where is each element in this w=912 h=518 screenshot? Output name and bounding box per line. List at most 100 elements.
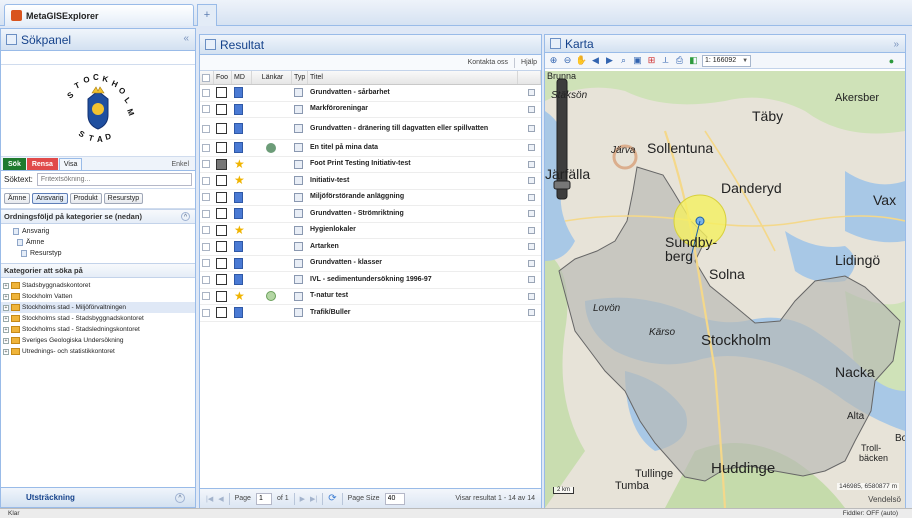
contact-link[interactable]: Kontakta oss <box>468 59 508 66</box>
select-icon[interactable]: ⊞ <box>646 55 657 66</box>
row-select-cell[interactable] <box>200 102 214 118</box>
row-checkbox[interactable] <box>202 292 210 301</box>
row-checkbox[interactable] <box>202 124 210 133</box>
metadata-cell[interactable] <box>232 256 252 272</box>
help-link[interactable]: Hjälp <box>521 59 537 66</box>
tab-rensa[interactable]: Rensa <box>26 158 58 170</box>
metadata-document-icon[interactable] <box>234 307 243 319</box>
footprint-cell[interactable] <box>214 173 232 189</box>
footprint-cell[interactable] <box>214 256 232 272</box>
footprint-box-icon[interactable] <box>216 191 227 203</box>
row-checkbox[interactable] <box>202 259 210 268</box>
row-action-cell[interactable] <box>518 305 541 321</box>
result-row[interactable]: Trafik/Buller <box>200 305 541 322</box>
result-title[interactable]: T-natur test <box>310 292 348 300</box>
metadata-document-icon[interactable] <box>234 87 243 99</box>
expand-icon[interactable]: + <box>3 282 9 289</box>
link-globe-icon[interactable] <box>266 142 276 153</box>
footprint-box-icon[interactable] <box>216 103 227 115</box>
row-action-icon[interactable] <box>528 309 535 317</box>
tab-sok[interactable]: Sök <box>3 158 26 170</box>
extent-panel-header[interactable]: Utsträckning ^ <box>1 487 195 507</box>
fiddler-status[interactable]: Fiddler: OFF (auto) <box>843 510 898 517</box>
row-select-cell[interactable] <box>200 190 214 206</box>
result-title[interactable]: Trafik/Buller <box>310 309 350 317</box>
metadata-document-icon[interactable] <box>234 123 243 134</box>
row-action-cell[interactable] <box>518 239 541 255</box>
map-settings-icon[interactable]: ● <box>886 55 897 66</box>
row-action-icon[interactable] <box>528 259 535 267</box>
row-select-cell[interactable] <box>200 289 214 305</box>
row-action-cell[interactable] <box>518 118 541 139</box>
footprint-box-icon[interactable] <box>216 307 227 319</box>
result-title[interactable]: Grundvatten - dränering till dagvatten e… <box>310 125 488 133</box>
row-action-icon[interactable] <box>528 144 535 152</box>
footprint-cell[interactable] <box>214 118 232 139</box>
metadata-cell[interactable]: ★ <box>232 223 252 239</box>
category-item[interactable]: + Stockholms stad - Miljöförvaltningen <box>1 302 195 313</box>
row-checkbox[interactable] <box>202 105 210 114</box>
expand-icon[interactable]: + <box>3 337 9 344</box>
row-select-cell[interactable] <box>200 272 214 288</box>
footprint-cell[interactable] <box>214 157 232 173</box>
metadata-cell[interactable] <box>232 140 252 156</box>
row-select-cell[interactable] <box>200 305 214 321</box>
row-action-cell[interactable] <box>518 173 541 189</box>
row-action-icon[interactable] <box>528 193 535 201</box>
result-title[interactable]: IVL - sedimentundersökning 1996-97 <box>310 276 432 284</box>
row-action-cell[interactable] <box>518 206 541 222</box>
row-action-icon[interactable] <box>528 276 535 284</box>
result-row[interactable]: Markföroreningar <box>200 102 541 118</box>
refresh-icon[interactable]: ⟳ <box>328 493 336 504</box>
layers-icon[interactable]: ◧ <box>688 55 699 66</box>
metadata-star-icon[interactable]: ★ <box>234 290 245 302</box>
footprint-box-icon[interactable] <box>216 208 227 220</box>
category-item[interactable]: + Stockholms stad - Stadsbyggnadskontoret <box>1 313 195 324</box>
result-row[interactable]: ★ T-natur test <box>200 289 541 305</box>
metadata-cell[interactable] <box>232 118 252 139</box>
collapse-left-icon[interactable]: « <box>183 33 189 44</box>
metadata-cell[interactable] <box>232 206 252 222</box>
column-lankar[interactable]: Länkar <box>252 71 292 84</box>
footprint-box-icon[interactable] <box>216 158 227 170</box>
result-row[interactable]: Grundvatten - dränering till dagvatten e… <box>200 118 541 140</box>
row-checkbox[interactable] <box>202 88 210 97</box>
title-cell[interactable]: Grundvatten - dränering till dagvatten e… <box>308 118 518 139</box>
title-cell[interactable]: T-natur test <box>308 289 518 305</box>
metadata-cell[interactable] <box>232 305 252 321</box>
result-row[interactable]: Miljöförstörande anläggning <box>200 190 541 206</box>
app-tab[interactable]: MetaGISExplorer <box>4 4 194 26</box>
row-select-cell[interactable] <box>200 85 214 101</box>
result-row[interactable]: Grundvatten - Strömriktning <box>200 206 541 223</box>
footprint-box-icon[interactable] <box>216 241 227 253</box>
row-action-icon[interactable] <box>528 292 535 300</box>
metadata-star-icon[interactable]: ★ <box>234 224 245 236</box>
forward-icon[interactable]: ▶ <box>604 55 615 66</box>
result-row[interactable]: Artarken <box>200 239 541 256</box>
scale-select[interactable]: 1: 166092 ▼ <box>702 54 752 67</box>
order-item[interactable]: Resurstyp <box>1 248 195 259</box>
search-input[interactable] <box>36 173 192 186</box>
row-action-cell[interactable] <box>518 256 541 272</box>
row-action-icon[interactable] <box>528 125 535 132</box>
row-action-cell[interactable] <box>518 85 541 101</box>
metadata-cell[interactable]: ★ <box>232 289 252 305</box>
row-action-cell[interactable] <box>518 190 541 206</box>
zoom-out-icon[interactable]: ⊖ <box>562 55 573 66</box>
footprint-cell[interactable] <box>214 85 232 101</box>
row-checkbox[interactable] <box>202 160 210 169</box>
footprint-cell[interactable] <box>214 239 232 255</box>
title-cell[interactable]: Foot Print Testing Initiativ-test <box>308 157 518 173</box>
metadata-star-icon[interactable]: ★ <box>234 174 245 186</box>
result-row[interactable]: Grundvatten - sårbarhet <box>200 85 541 102</box>
row-checkbox[interactable] <box>202 176 210 185</box>
row-select-cell[interactable] <box>200 206 214 222</box>
footprint-box-icon[interactable] <box>216 224 227 236</box>
row-action-cell[interactable] <box>518 272 541 288</box>
row-action-icon[interactable] <box>528 226 535 234</box>
row-select-cell[interactable] <box>200 157 214 173</box>
result-title[interactable]: Artarken <box>310 243 339 251</box>
result-row[interactable]: En titel på mina data <box>200 140 541 157</box>
row-checkbox[interactable] <box>202 308 210 317</box>
row-checkbox[interactable] <box>202 143 210 152</box>
